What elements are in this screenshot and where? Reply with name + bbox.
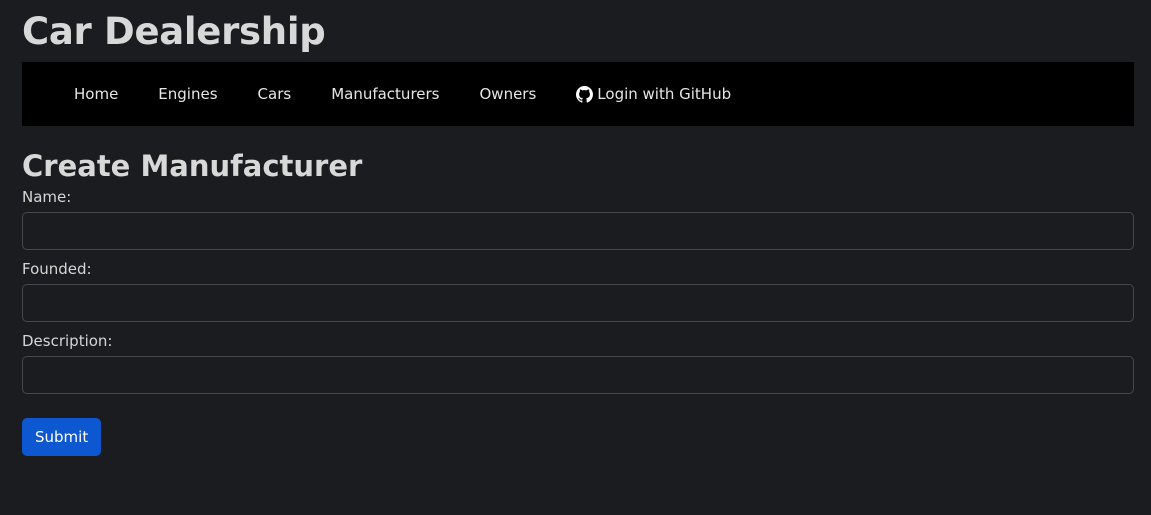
description-label: Description:	[22, 332, 113, 350]
login-github-link[interactable]: Login with GitHub	[576, 85, 731, 103]
description-input[interactable]	[22, 356, 1134, 394]
submit-button[interactable]: Submit	[22, 418, 102, 456]
founded-label: Founded:	[22, 260, 92, 278]
name-input[interactable]	[22, 212, 1134, 250]
page: Car Dealership Home Engines Cars Manufac…	[0, 0, 1151, 456]
create-manufacturer-form: Name: Founded: Description: Submit	[22, 186, 1134, 456]
form-title: Create Manufacturer	[22, 149, 363, 183]
founded-input[interactable]	[22, 284, 1134, 322]
nav-owners-link[interactable]: Owners	[480, 85, 537, 103]
nav-engines-link[interactable]: Engines	[158, 85, 217, 103]
name-label: Name:	[22, 188, 72, 206]
navbar: Home Engines Cars Manufacturers Owners L…	[22, 62, 1134, 126]
site-title: Car Dealership	[22, 10, 326, 53]
login-github-label: Login with GitHub	[597, 85, 732, 103]
github-icon	[576, 85, 594, 103]
nav-manufacturers-link[interactable]: Manufacturers	[331, 85, 439, 103]
nav-home-link[interactable]: Home	[74, 85, 118, 103]
nav-cars-link[interactable]: Cars	[258, 85, 292, 103]
